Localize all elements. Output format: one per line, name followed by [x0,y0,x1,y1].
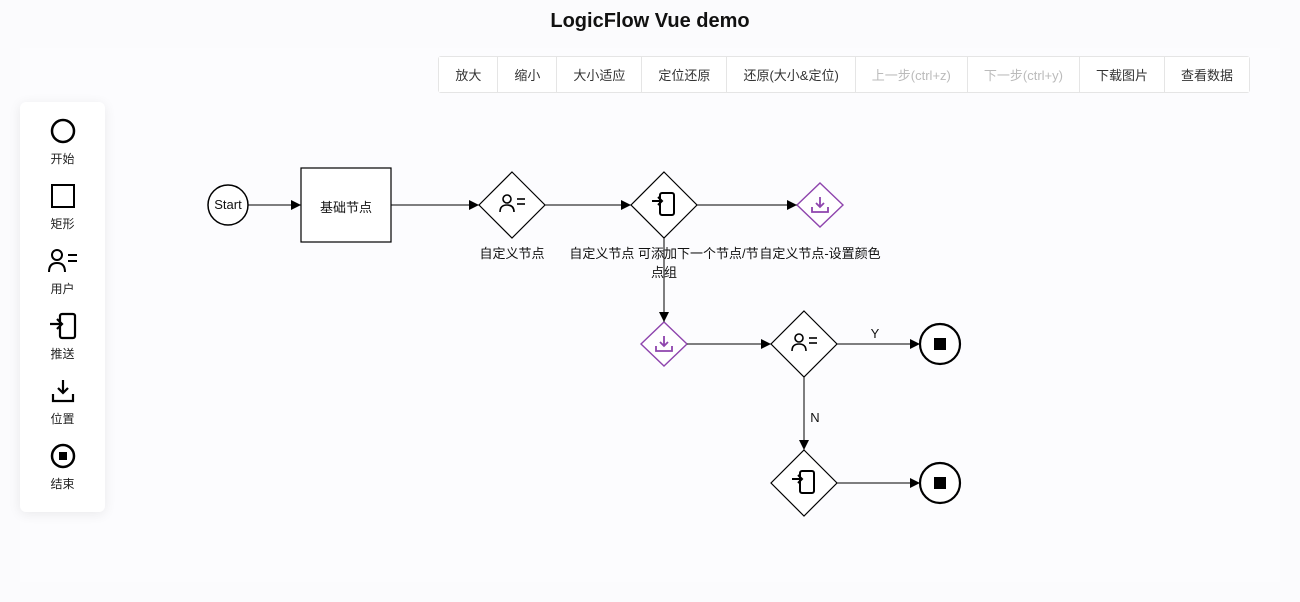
shape-palette: 开始 矩形 用户 推送 [20,102,105,512]
download-node-2[interactable] [641,322,687,366]
reset-all-button[interactable]: 还原(大小&定位) [727,57,855,92]
end-icon [48,441,78,471]
download-button[interactable]: 下载图片 [1080,57,1165,92]
custom-add-label: 自定义节点 可添加下一个节点/节点组 [564,243,764,281]
palette-location-label: 位置 [50,410,74,427]
push-icon [48,311,78,341]
canvas[interactable]: Start 基础节点 自定义节点 自定义节点 可添加下一个节点/节点组 自定义节… [20,48,1280,582]
base-label: 基础节点 [320,197,372,216]
palette-start[interactable]: 开始 [48,116,78,167]
custom-color-label: 自定义节点-设置颜色 [759,243,880,262]
square-icon [48,181,78,211]
zoom-in-button[interactable]: 放大 [439,57,498,92]
end-node-1[interactable] [920,324,960,364]
view-data-button[interactable]: 查看数据 [1165,57,1249,92]
redo-button[interactable]: 下一步(ctrl+y) [968,57,1080,92]
user-icon [48,246,78,276]
zoom-out-button[interactable]: 缩小 [498,57,557,92]
n-label: N [810,410,819,425]
start-label: Start [214,197,241,212]
custom-node-user[interactable] [479,172,545,238]
undo-button[interactable]: 上一步(ctrl+z) [856,57,968,92]
palette-user-label: 用户 [50,280,74,297]
circle-icon [48,116,78,146]
push-node-bottom[interactable] [771,450,837,516]
palette-push[interactable]: 推送 [48,311,78,362]
flowchart [20,48,1280,582]
user-decision-node[interactable] [771,311,837,377]
custom-label: 自定义节点 [479,243,544,262]
palette-rect-label: 矩形 [50,215,74,232]
page-title: LogicFlow Vue demo [0,0,1300,33]
custom-node-push[interactable] [631,172,697,238]
download-icon [48,376,78,406]
toolbar: 放大 缩小 大小适应 定位还原 还原(大小&定位) 上一步(ctrl+z) 下一… [438,56,1250,93]
palette-end[interactable]: 结束 [48,441,78,492]
palette-end-label: 结束 [50,475,74,492]
fit-button[interactable]: 大小适应 [557,57,642,92]
palette-rect[interactable]: 矩形 [48,181,78,232]
palette-location[interactable]: 位置 [48,376,78,427]
palette-user[interactable]: 用户 [48,246,78,297]
palette-push-label: 推送 [50,345,74,362]
palette-start-label: 开始 [50,150,74,167]
reset-pos-button[interactable]: 定位还原 [642,57,727,92]
end-node-2[interactable] [920,463,960,503]
y-label: Y [871,326,880,341]
custom-node-color[interactable] [797,183,843,227]
